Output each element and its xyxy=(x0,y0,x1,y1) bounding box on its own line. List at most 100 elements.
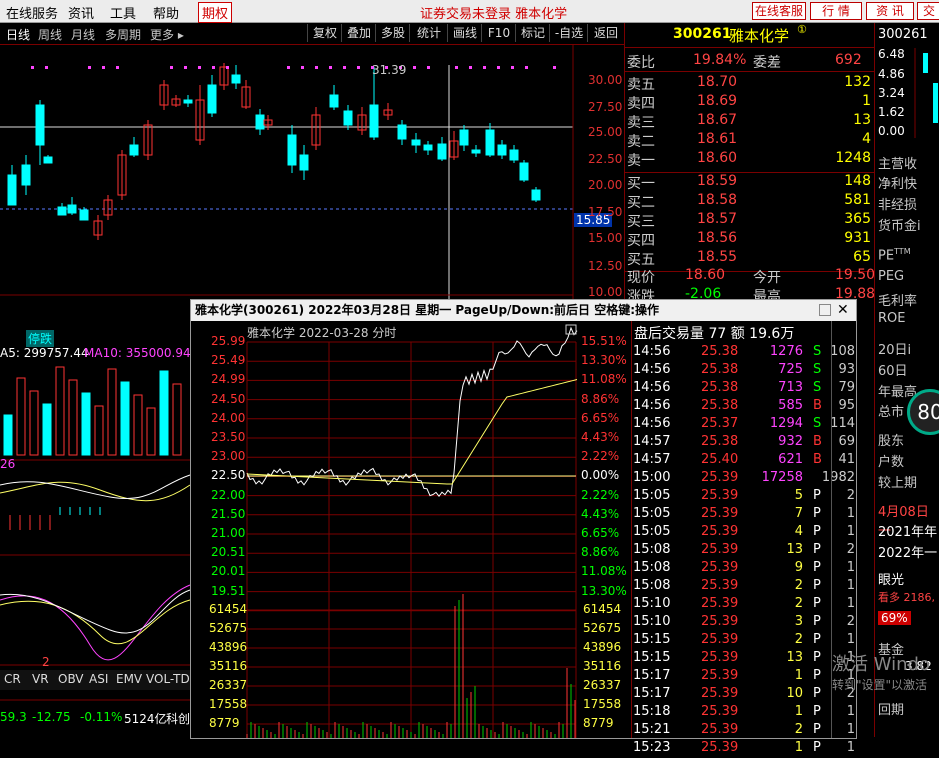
far-label: 净利快 xyxy=(878,177,918,192)
tab-obv[interactable]: OBV xyxy=(58,672,84,686)
trade-volume: 2 xyxy=(794,722,803,737)
tab-more[interactable]: 更多 ▸ xyxy=(150,26,184,43)
far-report: 2021年年 xyxy=(878,525,938,540)
trade-row: 15:05 25.39 5 P 2 xyxy=(633,488,855,506)
trade-volume: 4 xyxy=(794,524,803,539)
login-status: 证券交易未登录 雅本化学 xyxy=(420,7,568,22)
tool-fuquan[interactable]: 复权 xyxy=(307,24,342,42)
book-level: 买二 xyxy=(627,195,655,211)
book-volume: 1248 xyxy=(835,150,871,166)
trade-side: S xyxy=(813,362,822,377)
candle-body xyxy=(329,94,339,108)
bid-row[interactable]: 买二 18.58 581 xyxy=(627,191,873,211)
trade-button[interactable]: 交 xyxy=(917,2,939,20)
maximize-icon[interactable] xyxy=(819,304,831,316)
vol-tick: 17558 xyxy=(209,697,248,711)
online-service-button[interactable]: 在线客服 xyxy=(752,2,806,20)
tab-multi-period[interactable]: 多周期 xyxy=(105,26,141,43)
trade-time: 14:56 xyxy=(633,398,671,413)
status-change: -12.75 xyxy=(32,710,71,724)
trade-price: 25.39 xyxy=(701,470,739,485)
far-label: 60日 xyxy=(878,364,908,379)
ask-row[interactable]: 卖一 18.60 1248 xyxy=(627,149,873,169)
tab-daily[interactable]: 日线 xyxy=(6,26,30,43)
trade-price: 25.39 xyxy=(701,614,739,629)
vol-ma10: MA10: 355000.94 xyxy=(84,346,191,360)
trade-side: S xyxy=(813,344,822,359)
tool-f10[interactable]: F10 xyxy=(481,24,516,42)
candle-body xyxy=(369,104,379,138)
limit-down-badge: 停跌 xyxy=(26,330,55,347)
ask-row[interactable]: 卖四 18.69 1 xyxy=(627,92,873,112)
price-tick: 24.50 xyxy=(211,391,246,406)
close-icon[interactable]: ✕ xyxy=(837,300,849,321)
far-label: 户数 xyxy=(878,455,905,470)
info-icon[interactable]: ① xyxy=(797,23,807,36)
book-level: 买四 xyxy=(627,233,655,249)
info-button[interactable]: 资 讯 xyxy=(866,2,914,20)
trade-side: P xyxy=(813,722,821,737)
bid-row[interactable]: 买五 18.55 65 xyxy=(627,248,873,268)
ask-row[interactable]: 卖二 18.61 4 xyxy=(627,130,873,150)
marker-dot xyxy=(45,66,48,69)
trade-row: 15:10 25.39 3 P 2 xyxy=(633,614,855,632)
indicator-tabs: CR VR OBV ASI EMV VOL-TD xyxy=(0,670,190,690)
trade-time: 15:08 xyxy=(633,542,671,557)
trade-time: 14:57 xyxy=(633,434,671,449)
tab-vr[interactable]: VR xyxy=(32,672,49,686)
tool-watchlist[interactable]: -自选 xyxy=(549,24,588,42)
menu-tools[interactable]: 工具 xyxy=(110,3,136,22)
book-price: 18.58 xyxy=(697,192,738,208)
trade-row: 14:57 25.38 932 B 69 xyxy=(633,434,855,452)
tool-overlay[interactable]: 叠加 xyxy=(341,24,376,42)
tab-monthly[interactable]: 月线 xyxy=(71,26,95,43)
marker-dot xyxy=(329,66,332,69)
far-label: 非经损 xyxy=(878,198,918,213)
y-tick: 22.50 xyxy=(588,152,623,166)
volume-bar xyxy=(68,379,78,456)
candle-body xyxy=(231,74,241,84)
menu-options[interactable]: 期权 xyxy=(198,2,233,23)
far-label: 较上期 xyxy=(878,476,918,491)
bid-row[interactable]: 买四 18.56 931 xyxy=(627,229,873,249)
tab-asi[interactable]: ASI xyxy=(89,672,108,686)
fundamentals-panel: 300261 6.48 4.86 3.24 1.62 0.00 主营收 净利快 … xyxy=(874,23,939,737)
ask-row[interactable]: 卖五 18.70 132 xyxy=(627,73,873,93)
price-tick: 25.99 xyxy=(211,334,246,348)
tool-mark[interactable]: 标记 xyxy=(515,24,550,42)
tool-draw[interactable]: 画线 xyxy=(447,24,482,42)
candle-body xyxy=(519,162,529,181)
pct-tick: 2.22% xyxy=(581,449,620,464)
menu-help[interactable]: 帮助 xyxy=(153,3,179,22)
bid-row[interactable]: 买一 18.59 148 xyxy=(627,172,873,192)
pct-tick: 6.65% xyxy=(581,410,620,425)
book-price: 18.57 xyxy=(697,211,738,227)
book-price: 18.60 xyxy=(697,150,738,166)
book-level: 卖一 xyxy=(627,153,655,169)
trade-volume: 13 xyxy=(786,650,803,665)
tool-back[interactable]: 返回 xyxy=(587,24,624,42)
marker-dot xyxy=(427,66,430,69)
bid-row[interactable]: 买三 18.57 365 xyxy=(627,210,873,230)
ask-row[interactable]: 卖三 18.67 13 xyxy=(627,111,873,131)
tab-vol-td[interactable]: VOL-TD xyxy=(146,672,190,686)
candle-body xyxy=(67,204,77,214)
score-badge[interactable]: 80 xyxy=(907,389,939,435)
trade-volume: 932 xyxy=(778,434,803,449)
vol-tick: 26337 xyxy=(583,678,622,692)
trade-volume: 7 xyxy=(794,506,803,521)
pct-tick: 4.43% xyxy=(581,506,620,521)
vol-tick: 43896 xyxy=(583,640,622,654)
activation-watermark: 激活 Windo 转到"设置"以激活 xyxy=(832,650,930,693)
tool-stats[interactable]: 统计 xyxy=(409,24,448,42)
volume-bar xyxy=(159,370,169,456)
tab-cr[interactable]: CR xyxy=(4,672,21,686)
trade-side: P xyxy=(813,686,821,701)
marker-dot xyxy=(88,66,91,69)
tab-emv[interactable]: EMV xyxy=(116,672,142,686)
menu-news[interactable]: 资讯 xyxy=(68,3,94,22)
tool-multi-stock[interactable]: 多股 xyxy=(375,24,410,42)
menu-online-service[interactable]: 在线服务 xyxy=(6,3,58,22)
quote-button[interactable]: 行 情 xyxy=(810,2,862,20)
tab-weekly[interactable]: 周线 xyxy=(38,26,62,43)
